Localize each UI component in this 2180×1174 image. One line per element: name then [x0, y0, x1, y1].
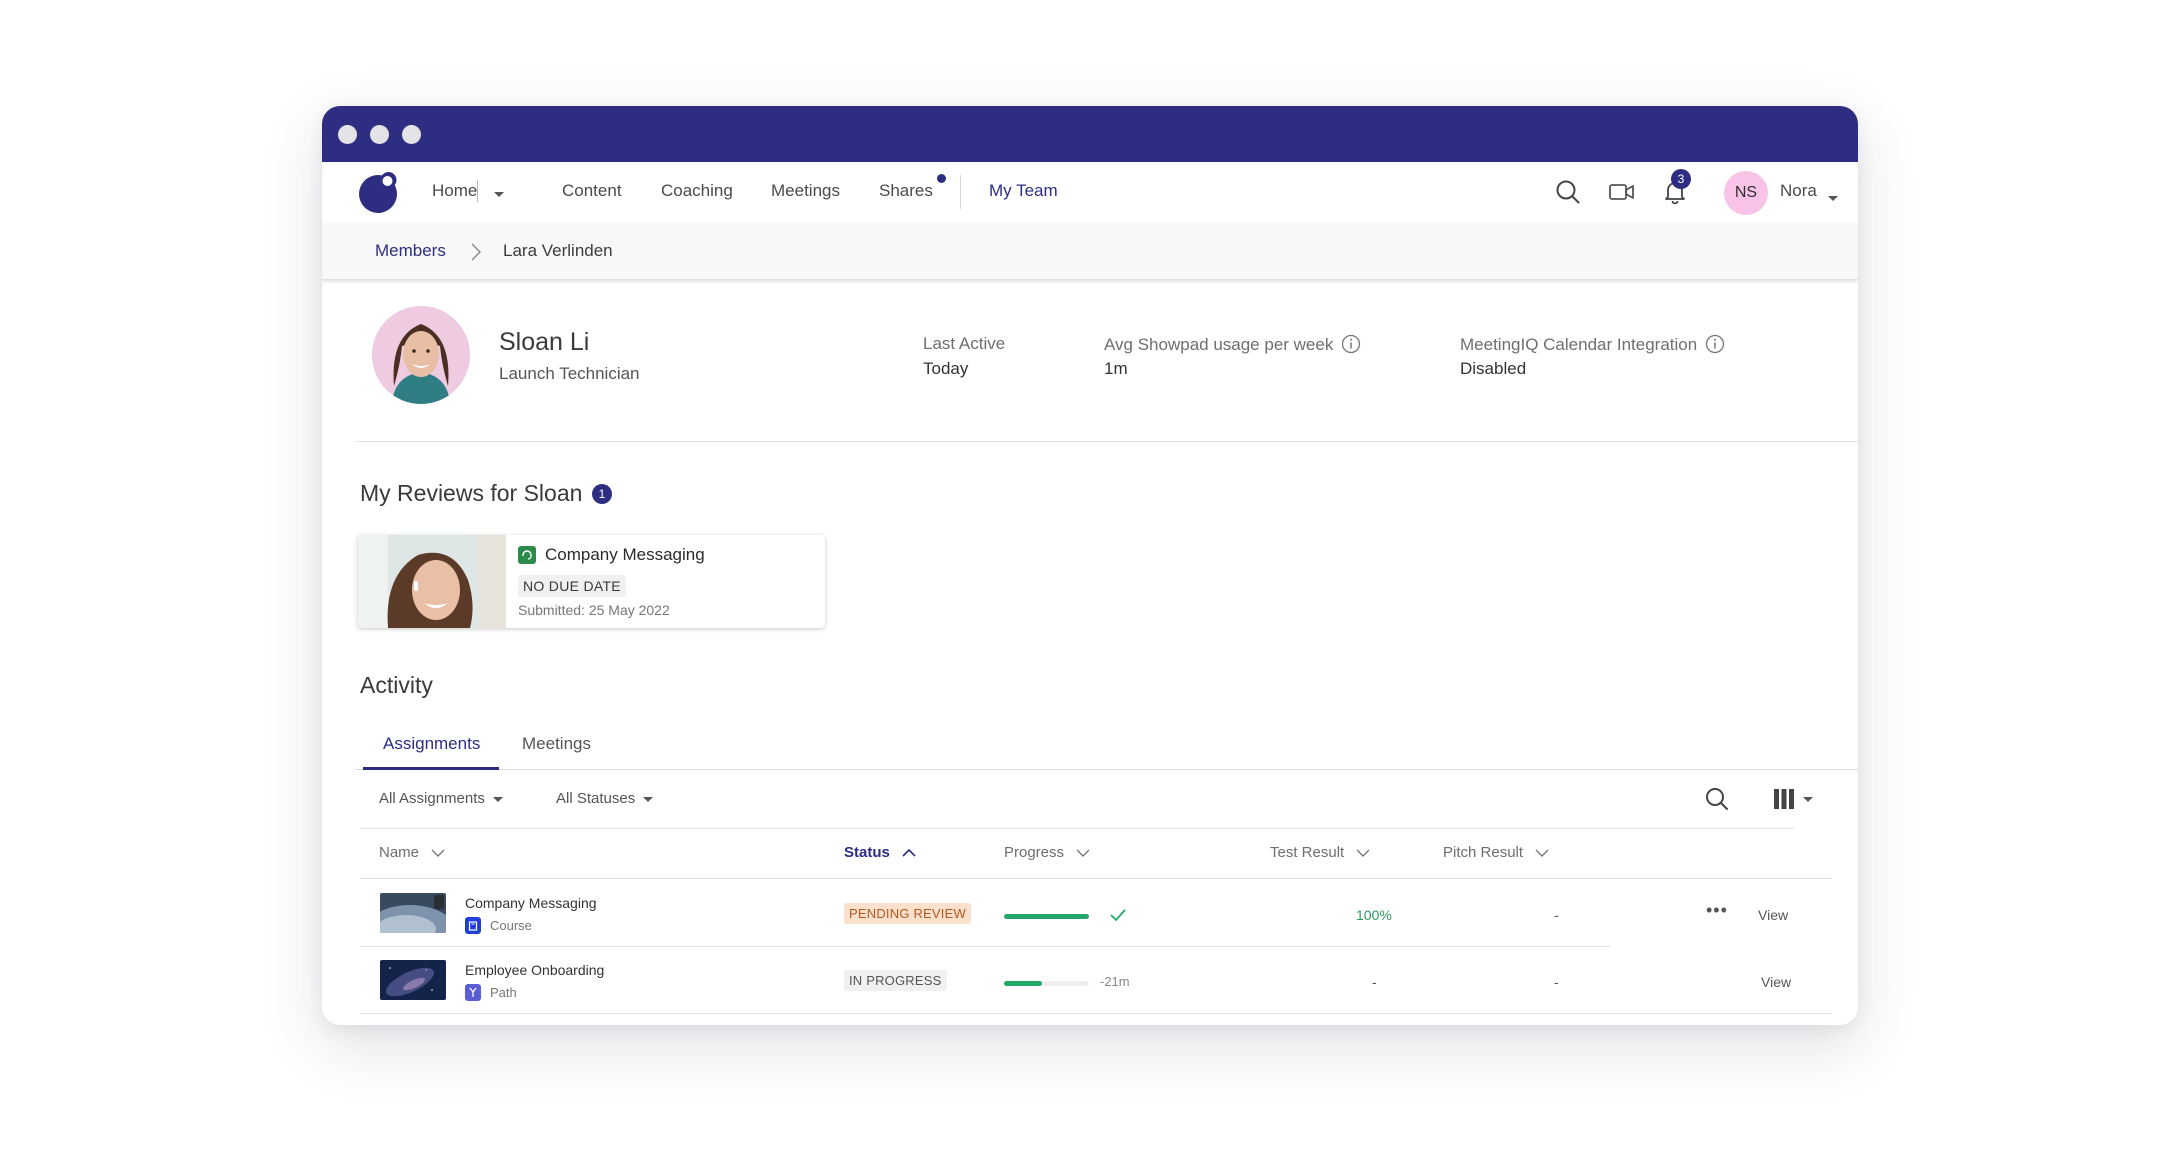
stat-value-avg-usage: 1m: [1104, 359, 1128, 378]
view-link[interactable]: View: [1761, 974, 1791, 990]
app-window: Home Content Coaching Meetings Shares My…: [322, 106, 1858, 1025]
stat-label-last-active: Last Active: [923, 334, 1006, 353]
chevron-down-icon: [1076, 849, 1090, 857]
showpad-logo[interactable]: [358, 170, 400, 214]
reviews-count-badge: 1: [592, 484, 612, 504]
progress-fill: [1004, 981, 1043, 986]
tab-meetings[interactable]: Meetings: [522, 734, 591, 754]
review-card[interactable]: Company Messaging NO DUE DATE Submitted:…: [358, 535, 825, 628]
header-divider: [360, 878, 1832, 879]
member-avatar: [372, 306, 470, 404]
shares-unread-dot: [937, 174, 946, 183]
stat-label-avg-usage: Avg Showpad usage per week: [1104, 334, 1361, 355]
column-header-status[interactable]: Status: [844, 844, 916, 861]
window-minimize-button[interactable]: [370, 125, 389, 144]
nav-content[interactable]: Content: [562, 181, 622, 201]
columns-picker-button[interactable]: [1773, 788, 1813, 810]
assignment-type-filter[interactable]: All Assignments: [379, 790, 503, 807]
chevron-down-icon: [431, 849, 445, 857]
search-icon: [1556, 180, 1580, 204]
row-type: Course: [465, 917, 532, 934]
video-call-button[interactable]: [1606, 176, 1638, 208]
pitch-result: -: [1554, 907, 1559, 923]
stat-label-calendar-integration: MeetingIQ Calendar Integration: [1460, 334, 1725, 355]
user-name[interactable]: Nora: [1780, 181, 1817, 201]
row-name[interactable]: Employee Onboarding: [465, 962, 604, 978]
video-camera-icon: [1609, 184, 1634, 200]
activity-heading: Activity: [360, 672, 433, 698]
nav-my-team[interactable]: My Team: [989, 181, 1058, 201]
nav-coaching[interactable]: Coaching: [661, 181, 733, 201]
view-link[interactable]: View: [1758, 907, 1788, 923]
column-header-name[interactable]: Name: [379, 844, 445, 861]
row-divider: [360, 946, 1610, 947]
status-badge: IN PROGRESS: [844, 970, 947, 991]
progress-fill: [1004, 914, 1089, 919]
breadcrumb-members-link[interactable]: Members: [375, 241, 446, 261]
chevron-up-icon: [902, 848, 916, 857]
active-tab-indicator: [363, 767, 499, 770]
columns-icon: [1774, 789, 1794, 809]
column-header-progress[interactable]: Progress: [1004, 844, 1090, 861]
home-dropdown-caret[interactable]: [494, 184, 504, 204]
member-photo: [372, 306, 470, 404]
status-badge: PENDING REVIEW: [844, 903, 971, 924]
headset-icon: [518, 546, 536, 564]
info-icon[interactable]: [1705, 334, 1725, 354]
chevron-right-icon: [471, 243, 481, 261]
profile-divider: [355, 441, 1858, 442]
time-remaining: -21m: [1100, 974, 1130, 989]
notifications-count-badge: 3: [1671, 169, 1691, 189]
nav-meetings[interactable]: Meetings: [771, 181, 840, 201]
column-header-test-result[interactable]: Test Result: [1270, 844, 1370, 861]
course-icon: [465, 917, 481, 934]
row-name[interactable]: Company Messaging: [465, 895, 597, 911]
row-divider: [360, 1013, 1832, 1014]
user-avatar[interactable]: NS: [1724, 171, 1768, 215]
column-header-pitch-result[interactable]: Pitch Result: [1443, 844, 1549, 861]
row-thumbnail: [380, 960, 446, 1000]
nav-home[interactable]: Home: [432, 181, 477, 201]
search-button[interactable]: [1552, 176, 1584, 208]
checkmark-icon: [1110, 909, 1126, 922]
test-result: 100%: [1356, 907, 1392, 923]
top-navbar: Home Content Coaching Meetings Shares My…: [322, 162, 1858, 223]
nav-divider: [960, 175, 961, 209]
window-titlebar: [322, 106, 1858, 162]
filter-divider: [360, 828, 1794, 829]
submitted-date: Submitted: 25 May 2022: [518, 602, 670, 618]
chevron-down-icon: [1803, 796, 1813, 802]
member-job-title: Launch Technician: [499, 364, 640, 383]
stat-value-calendar-integration: Disabled: [1460, 359, 1527, 378]
tab-assignments[interactable]: Assignments: [383, 734, 480, 754]
breadcrumb: Members Lara Verlinden: [322, 223, 1858, 280]
pitch-result: -: [1554, 974, 1559, 990]
progress-bar: [1004, 914, 1089, 919]
nav-shares[interactable]: Shares: [879, 181, 933, 201]
window-close-button[interactable]: [338, 125, 357, 144]
chevron-down-icon: [1535, 849, 1549, 857]
window-maximize-button[interactable]: [402, 125, 421, 144]
table-search-icon[interactable]: [1704, 786, 1730, 812]
row-thumbnail: [380, 893, 446, 933]
more-options-button[interactable]: •••: [1706, 900, 1728, 921]
row-type: Path: [465, 984, 517, 1001]
breadcrumb-current: Lara Verlinden: [503, 241, 613, 260]
progress-bar: [1004, 981, 1089, 986]
review-title: Company Messaging: [545, 545, 705, 564]
stat-value-last-active: Today: [923, 359, 969, 378]
test-result: -: [1372, 974, 1377, 990]
user-menu-caret[interactable]: [1828, 190, 1838, 208]
nav-divider: [477, 180, 478, 202]
status-filter[interactable]: All Statuses: [556, 790, 654, 807]
chevron-down-icon: [1356, 849, 1370, 857]
tabs-divider: [355, 769, 1858, 770]
member-name: Sloan Li: [499, 328, 590, 356]
review-thumbnail: [358, 535, 506, 628]
path-icon: [465, 984, 481, 1001]
info-icon[interactable]: [1341, 334, 1361, 354]
due-date-chip: NO DUE DATE: [518, 575, 626, 597]
reviews-heading: My Reviews for Sloan: [360, 480, 583, 506]
